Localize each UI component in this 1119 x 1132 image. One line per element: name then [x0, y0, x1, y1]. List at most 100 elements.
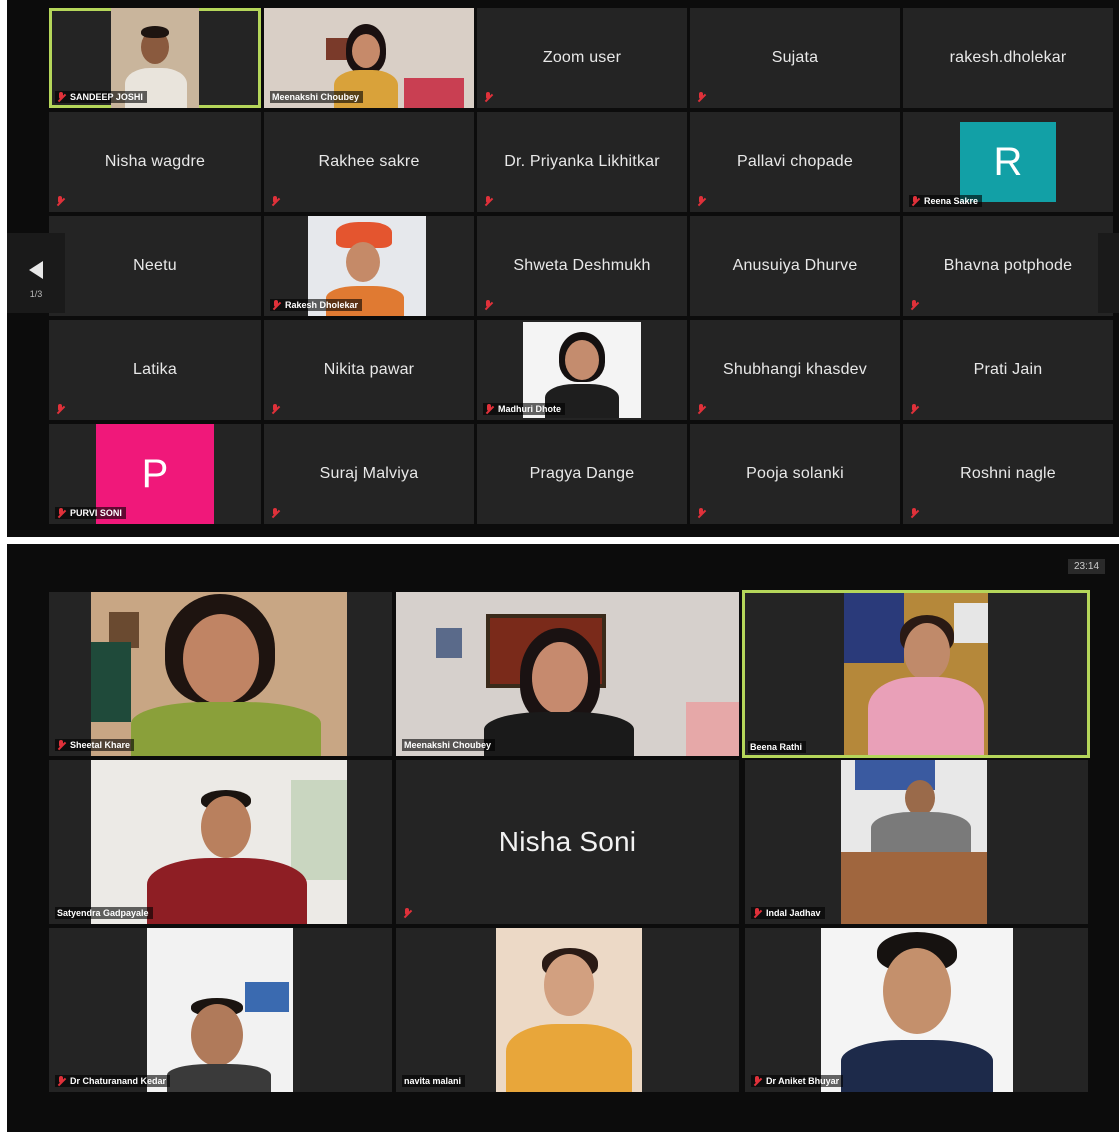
mic-muted-icon: [484, 300, 493, 310]
participant-tile-meenakshi-choubey[interactable]: Meenakshi Choubey: [264, 8, 474, 108]
mic-muted-icon: [697, 92, 706, 102]
meeting-timer: 23:14: [1068, 559, 1106, 574]
avatar: R: [960, 122, 1056, 202]
participant-video: [396, 592, 739, 756]
participant-tile-reena-sakre[interactable]: R Reena Sakre: [903, 112, 1113, 212]
participant-tile-chaturanand-kedar[interactable]: Dr Chaturanand Kedar: [49, 928, 392, 1092]
participant-name: Pragya Dange: [529, 465, 635, 482]
participant-name-label: PURVI SONI: [55, 507, 126, 519]
participant-name: Shubhangi khasdev: [723, 361, 867, 378]
participant-tile-rakesh-dholekar-2[interactable]: rakesh.dholekar: [903, 8, 1113, 108]
participant-name-label: Sheetal Khare: [55, 739, 135, 751]
participant-tile-nikita-pawar[interactable]: Nikita pawar: [264, 320, 474, 420]
mic-muted-icon: [272, 300, 281, 310]
mic-muted-icon: [271, 196, 280, 206]
participant-video: [821, 928, 1013, 1092]
next-page-button[interactable]: [1098, 233, 1119, 313]
mic-muted-icon: [485, 404, 494, 414]
participant-tile-pooja-solanki[interactable]: Pooja solanki: [690, 424, 900, 524]
participant-tile-sheetal-khare[interactable]: Sheetal Khare: [49, 592, 392, 756]
participant-tile-anusuiya-dhurve[interactable]: Anusuiya Dhurve: [690, 216, 900, 316]
participant-name-label: Indal Jadhav: [751, 907, 825, 919]
participant-name-label: Dr Aniket Bhuyar: [751, 1075, 844, 1087]
participant-tile-madhuri-dhote[interactable]: Madhuri Dhote: [477, 320, 687, 420]
page-indicator: 1/3: [29, 289, 43, 299]
participant-name: rakesh.dholekar: [949, 49, 1067, 66]
participant-video: [496, 928, 642, 1092]
participant-name: Shweta Deshmukh: [513, 257, 651, 274]
participant-name: Nisha Soni: [498, 826, 637, 857]
participant-tile-roshni-nagle[interactable]: Roshni nagle: [903, 424, 1113, 524]
participant-tile-latika[interactable]: Latika: [49, 320, 261, 420]
participant-name-label: SANDEEP JOSHI: [55, 91, 147, 103]
participant-tile-nisha-wagdre[interactable]: Nisha wagdre: [49, 112, 261, 212]
participant-tile-rakhee-sakre[interactable]: Rakhee sakre: [264, 112, 474, 212]
participant-video: [91, 592, 347, 756]
participant-name: Roshni nagle: [960, 465, 1056, 482]
participant-name: Dr. Priyanka Likhitkar: [504, 153, 660, 170]
participant-name-label: Meenakshi Choubey: [402, 739, 496, 751]
participant-name-label: Rakesh Dholekar: [270, 299, 363, 311]
participant-video: [841, 760, 987, 924]
participant-video: [91, 760, 347, 924]
participant-name-label: Reena Sakre: [909, 195, 983, 207]
participant-tile-pragya-dange[interactable]: Pragya Dange: [477, 424, 687, 524]
mic-muted-icon: [910, 300, 919, 310]
mic-muted-icon: [753, 1076, 762, 1086]
participant-tile-shweta-deshmukh[interactable]: Shweta Deshmukh: [477, 216, 687, 316]
participant-name: Bhavna potphode: [943, 257, 1073, 274]
participant-name: Zoom user: [542, 49, 622, 66]
mic-muted-icon: [403, 908, 412, 918]
participant-tile-beena-rathi[interactable]: Beena Rathi: [742, 590, 1090, 758]
mic-muted-icon: [911, 196, 920, 206]
mic-muted-icon: [697, 404, 706, 414]
mic-muted-icon: [910, 508, 919, 518]
participant-tile-rakesh-dholekar[interactable]: Rakesh Dholekar: [264, 216, 474, 316]
mic-muted-icon: [56, 404, 65, 414]
mic-muted-icon: [697, 508, 706, 518]
participant-tile-purvi-soni[interactable]: P PURVI SONI: [49, 424, 261, 524]
gallery-view-top: SANDEEP JOSHI Meenakshi Choubey Zoom use…: [7, 0, 1119, 537]
mic-muted-icon: [484, 196, 493, 206]
participant-tile-indal-jadhav[interactable]: Indal Jadhav: [745, 760, 1088, 924]
previous-page-button[interactable]: 1/3: [7, 233, 65, 313]
participant-name: Nisha wagdre: [104, 153, 206, 170]
participant-tile-meenakshi-choubey-2[interactable]: Meenakshi Choubey: [396, 592, 739, 756]
participant-tile-prati-jain[interactable]: Prati Jain: [903, 320, 1113, 420]
participant-name-label: Dr Chaturanand Kedar: [55, 1075, 171, 1087]
participant-tile-suraj-malviya[interactable]: Suraj Malviya: [264, 424, 474, 524]
participant-tile-sandeep-joshi[interactable]: SANDEEP JOSHI: [49, 8, 261, 108]
participant-name-label: navita malani: [402, 1075, 466, 1087]
mic-muted-icon: [57, 1076, 66, 1086]
participant-name: Nikita pawar: [323, 361, 415, 378]
participant-tile-sujata[interactable]: Sujata: [690, 8, 900, 108]
mic-muted-icon: [56, 196, 65, 206]
participant-tile-nisha-soni[interactable]: Nisha Soni: [396, 760, 739, 924]
participant-tile-priyanka-likhitkar[interactable]: Dr. Priyanka Likhitkar: [477, 112, 687, 212]
participant-name: Pooja solanki: [746, 465, 844, 482]
participant-tile-neetu[interactable]: Neetu: [49, 216, 261, 316]
participant-video: [844, 593, 988, 755]
mic-muted-icon: [57, 508, 66, 518]
participant-video: [147, 928, 293, 1092]
mic-muted-icon: [57, 740, 66, 750]
participant-tile-navita-malani[interactable]: navita malani: [396, 928, 739, 1092]
participant-tile-zoom-user[interactable]: Zoom user: [477, 8, 687, 108]
chevron-left-icon: [29, 261, 43, 279]
participant-name-label: Beena Rathi: [748, 741, 807, 753]
participant-name: Neetu: [133, 257, 177, 274]
participant-name-label: Satyendra Gadpayale: [55, 907, 153, 919]
mic-muted-icon: [484, 92, 493, 102]
participant-tile-bhavna-potphode[interactable]: Bhavna potphode: [903, 216, 1113, 316]
participant-name: Latika: [133, 361, 177, 378]
participant-name-label: Madhuri Dhote: [483, 403, 565, 415]
mic-muted-icon: [910, 404, 919, 414]
participant-tile-aniket-bhuyar[interactable]: Dr Aniket Bhuyar: [745, 928, 1088, 1092]
mic-muted-icon: [271, 404, 280, 414]
participant-tile-pallavi-chopade[interactable]: Pallavi chopade: [690, 112, 900, 212]
gallery-view-bottom: Sheetal Khare Meenakshi Choubey Beena Ra…: [7, 544, 1119, 1132]
participant-tile-satyendra-gadpayale[interactable]: Satyendra Gadpayale: [49, 760, 392, 924]
participant-tile-shubhangi-khasdev[interactable]: Shubhangi khasdev: [690, 320, 900, 420]
participant-name-label: Meenakshi Choubey: [270, 91, 364, 103]
participant-name: Prati Jain: [973, 361, 1043, 378]
